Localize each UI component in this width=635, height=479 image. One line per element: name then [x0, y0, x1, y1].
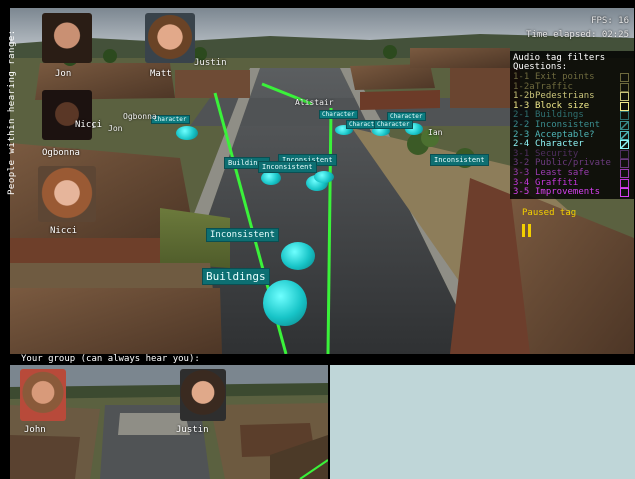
- app-window: Character Character Character Character …: [0, 0, 635, 479]
- filter-label: Pedestrians: [535, 91, 595, 102]
- filter-label: Security: [535, 148, 579, 159]
- filter-item-3-1[interactable]: 3-1 Security: [513, 149, 631, 159]
- filter-label: Least safe: [535, 168, 590, 178]
- avatar[interactable]: [42, 90, 92, 140]
- filter-code: 1-2b: [513, 91, 535, 102]
- filter-item-3-2[interactable]: 3-2 Public/private: [513, 158, 631, 169]
- scene-avatar-name: Justin: [194, 58, 227, 68]
- group-label: Your group (can always hear you):: [21, 354, 200, 364]
- tag-label-character[interactable]: Character: [319, 110, 358, 119]
- filter-item-2-3[interactable]: 2-3 Acceptable?: [513, 130, 631, 140]
- group-3d-view[interactable]: John Justin: [10, 365, 328, 479]
- tag-marker-2[interactable]: [261, 171, 281, 185]
- avatar-name: Matt: [150, 69, 172, 79]
- filter-code: 3-1: [513, 148, 530, 159]
- filter-code: 2-3: [513, 129, 530, 140]
- filter-code: 3-4: [513, 177, 530, 188]
- filter-item-1-2b[interactable]: 1-2bPedestrians: [513, 91, 631, 102]
- filter-item-1-1[interactable]: 1-1 Exit points: [513, 72, 631, 82]
- tag-label-buildings[interactable]: Buildings: [202, 268, 270, 285]
- filter-label: Acceptable?: [535, 129, 595, 140]
- tag-label-character[interactable]: Character: [387, 112, 426, 121]
- tag-marker-5[interactable]: [281, 242, 315, 270]
- empty-video-pane: [330, 365, 635, 479]
- fps-counter: FPS: 16: [591, 16, 629, 26]
- pause-icon[interactable]: [522, 224, 532, 237]
- avatar-name: Jon: [55, 69, 72, 79]
- avatar-name: Nicci: [50, 226, 78, 236]
- filter-code: 1-1: [513, 72, 530, 82]
- filter-label: Block size: [535, 100, 590, 111]
- tag-marker-4[interactable]: [314, 171, 334, 183]
- avatar-name: Ogbonna: [42, 148, 80, 158]
- filter-item-2-1[interactable]: 2-1 Buildings: [513, 110, 631, 121]
- tag-label-character[interactable]: Character: [374, 120, 413, 129]
- filter-code: 2-1: [513, 110, 530, 121]
- tag-marker-6[interactable]: [263, 280, 307, 326]
- filter-item-3-5[interactable]: 3-5 Improvements: [513, 187, 631, 198]
- filter-item-1-2a[interactable]: 1-2aTraffic: [513, 82, 631, 92]
- avatar[interactable]: [20, 369, 66, 421]
- filter-label: Buildings: [535, 110, 584, 121]
- filter-item-3-3[interactable]: 3-3 Least safe: [513, 168, 631, 178]
- scene-avatar-name: Jon: [108, 124, 123, 133]
- audio-tag-filters-panel: Audio tag filters Questions: 1-1 Exit poi…: [510, 51, 634, 199]
- filter-label: Character: [535, 139, 584, 150]
- tag-label-inconsistent[interactable]: Inconsistent: [430, 154, 489, 166]
- tag-label-inconsistent[interactable]: Inconsistent: [206, 228, 280, 242]
- filter-code: 1-2a: [513, 81, 535, 92]
- scene-avatar-name: Alistair: [295, 98, 334, 107]
- filter-item-1-3[interactable]: 1-3 Block size: [513, 101, 631, 111]
- scene-avatar-name: Ian: [428, 128, 443, 137]
- avatar-name: Nicci: [75, 120, 103, 130]
- avatar[interactable]: [42, 13, 92, 63]
- tag-label-inconsistent[interactable]: Inconsistent: [258, 161, 317, 173]
- filter-code: 3-5: [513, 187, 530, 198]
- filter-label: Inconsistent: [535, 120, 601, 130]
- filter-item-2-2[interactable]: 2-2 Inconsistent: [513, 120, 631, 130]
- avatar[interactable]: [180, 369, 226, 421]
- scene-avatar-name: Ogbonna: [123, 112, 157, 121]
- filter-label: Public/private: [535, 158, 611, 169]
- paused-tag-label: Paused tag: [522, 208, 577, 218]
- avatar-name: Justin: [176, 425, 209, 435]
- filter-label: Graffiti: [535, 177, 579, 188]
- filter-label: Exit points: [535, 72, 595, 82]
- time-elapsed: Time elapsed: 02:25: [526, 30, 629, 40]
- hearing-range-label: People within hearing range:: [7, 29, 17, 195]
- avatar-name: John: [24, 425, 46, 435]
- filter-code: 1-3: [513, 100, 530, 111]
- filter-item-3-4[interactable]: 3-4 Graffiti: [513, 178, 631, 188]
- filter-checkbox[interactable]: [620, 188, 629, 198]
- filter-code: 2-4: [513, 139, 530, 150]
- filter-item-2-4[interactable]: 2-4 Character: [513, 139, 631, 150]
- avatar[interactable]: [145, 13, 195, 63]
- filter-label: Traffic: [535, 81, 573, 92]
- filter-code: 2-2: [513, 120, 530, 130]
- tag-marker-1[interactable]: [176, 126, 198, 140]
- avatar[interactable]: [38, 166, 96, 222]
- filter-code: 3-3: [513, 168, 530, 178]
- filter-label: Improvements: [535, 187, 601, 198]
- filters-subtitle: Questions:: [513, 62, 568, 72]
- filter-code: 3-2: [513, 158, 530, 169]
